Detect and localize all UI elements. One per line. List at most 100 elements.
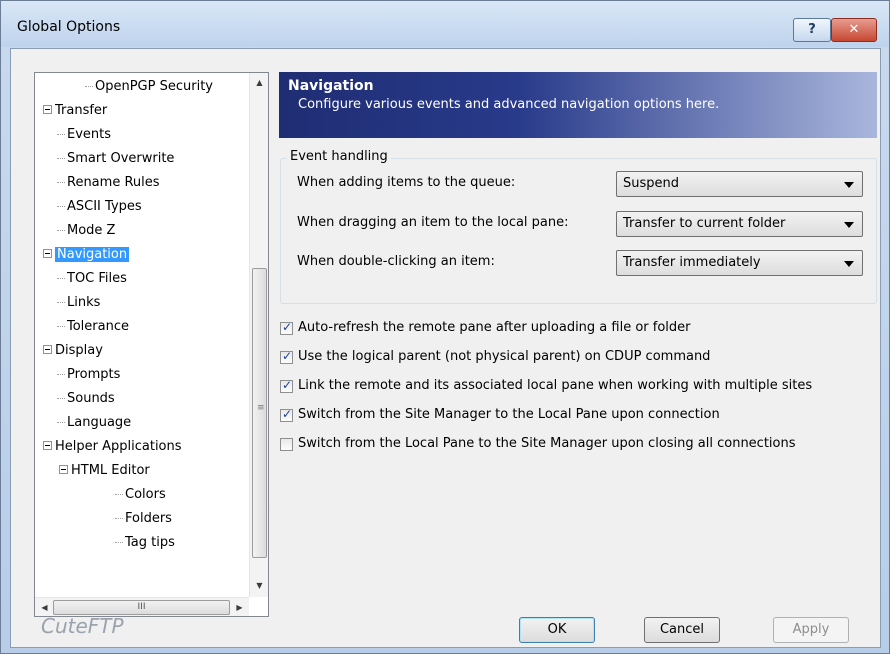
tree-item-label: Mode Z [67,223,116,238]
tree-item[interactable]: Colors [115,485,166,505]
tree-item[interactable]: Display [43,341,103,361]
checkbox[interactable]: ✓ [280,320,293,335]
tree-connector [57,134,65,135]
cuteftp-logo: CuteFTP [41,614,124,638]
event-handling-legend: Event handling [287,149,391,164]
tree-connector [57,326,65,327]
tree-item[interactable]: Helper Applications [43,437,182,457]
tree-connector [57,374,65,375]
double-click-label: When double-clicking an item: [297,254,495,269]
tree-connector [115,494,123,495]
checkmark-icon: ✓ [282,378,293,392]
tree-item-label: Display [55,343,103,358]
tree-connector [115,542,123,543]
collapse-icon[interactable] [59,465,68,474]
tree-item[interactable]: Smart Overwrite [57,149,174,169]
hscroll-thumb[interactable]: III [53,600,230,615]
tree-item[interactable]: Events [57,125,111,145]
tree-connector [57,230,65,231]
checkbox-label: Link the remote and its associated local… [298,378,813,393]
tree-item-label: Links [67,295,101,310]
tree-item[interactable]: Mode Z [57,221,115,241]
checkbox[interactable]: ✓ [280,349,293,364]
close-button[interactable]: ✕ [831,18,877,42]
checkmark-icon: ✓ [282,320,293,334]
tree-item-label: Navigation [55,247,130,262]
tree-item-label: Prompts [67,367,121,382]
collapse-icon[interactable] [43,441,52,450]
collapse-icon[interactable] [43,249,52,258]
queue-add-value: Suspend [623,176,680,191]
tree-item-label: Tag tips [125,535,175,550]
chevron-down-icon [844,222,854,228]
checkbox[interactable]: ✓ [280,407,293,422]
window-title: Global Options [17,19,121,35]
dialog-client: OpenPGP Security Transfer Events Smart Over… [10,48,881,648]
chevron-down-icon [844,261,854,267]
queue-add-select[interactable]: Suspend [616,171,863,197]
scroll-right-icon[interactable]: ▶ [231,598,248,616]
cancel-button[interactable]: Cancel [644,617,720,643]
tree-item-label: Language [67,415,132,430]
scroll-down-icon[interactable]: ▼ [250,577,268,594]
tree-item-label: Transfer [55,103,108,118]
global-options-window: Global Options ? ✕ OpenPGP Security Trans… [0,0,890,654]
tree-item[interactable]: Tolerance [57,317,129,337]
tree-item-label: Colors [125,487,166,502]
tree-item[interactable]: OpenPGP Security [85,77,213,97]
tree-item-label: Events [67,127,112,142]
tree-item[interactable]: Language [57,413,131,433]
checkbox-label: Auto-refresh the remote pane after uploa… [298,320,691,335]
checkbox[interactable]: ✓ [280,378,293,393]
tree-item[interactable]: Tag tips [115,533,175,553]
tree-item-label: Tolerance [67,319,129,334]
collapse-icon[interactable] [43,105,52,114]
tree-item-label: ASCII Types [67,199,142,214]
tree-connector [57,422,65,423]
tree-item-label: Smart Overwrite [67,151,175,166]
tree-item-label: Sounds [67,391,115,406]
tree-item[interactable]: Transfer [43,101,107,121]
tree-connector [57,158,65,159]
checkmark-icon: ✓ [282,349,293,363]
tree-item[interactable]: ASCII Types [57,197,142,217]
help-button[interactable]: ? [793,18,831,42]
tree-connector [57,302,65,303]
double-click-value: Transfer immediately [623,255,761,270]
tree-item[interactable]: TOC Files [57,269,127,289]
drag-local-value: Transfer to current folder [623,216,786,231]
apply-button[interactable]: Apply [773,617,849,643]
tree-item[interactable]: Rename Rules [57,173,160,193]
drag-local-label: When dragging an item to the local pane: [297,215,569,230]
title-bar[interactable]: Global Options ? ✕ [1,1,889,47]
double-click-select[interactable]: Transfer immediately [616,250,863,276]
grip-icon: ≡ [257,403,265,413]
queue-add-label: When adding items to the queue: [297,175,516,190]
checkbox-label: Switch from the Site Manager to the Loca… [298,407,720,422]
tree-connector [57,398,65,399]
tree-item-label: OpenPGP Security [95,79,213,94]
tree-item[interactable]: HTML Editor [59,461,150,481]
tree-item[interactable]: Links [57,293,100,313]
tree-item[interactable]: Sounds [57,389,115,409]
ok-button[interactable]: OK [519,617,595,643]
page-description: Configure various events and advanced na… [298,97,720,112]
tree-item[interactable]: Navigation [43,245,130,265]
checkmark-icon: ✓ [282,407,293,421]
drag-local-select[interactable]: Transfer to current folder [616,211,863,237]
tree-connector [115,518,123,519]
tree-connector [57,206,65,207]
tree-connector [57,182,65,183]
scroll-up-icon[interactable]: ▲ [250,74,268,91]
checkbox[interactable] [280,438,293,451]
scroll-thumb[interactable]: ≡ [252,268,267,558]
collapse-icon[interactable] [43,345,52,354]
page-title: Navigation [288,78,374,94]
tree-item-label: HTML Editor [71,463,150,478]
tree-item-label: Rename Rules [67,175,160,190]
tree-item-label: Helper Applications [55,439,182,454]
checkbox-label: Use the logical parent (not physical par… [298,349,711,364]
tree-vertical-scrollbar[interactable]: ▲ ≡ ▼ [249,73,268,597]
tree-item[interactable]: Prompts [57,365,120,385]
tree-item[interactable]: Folders [115,509,172,529]
